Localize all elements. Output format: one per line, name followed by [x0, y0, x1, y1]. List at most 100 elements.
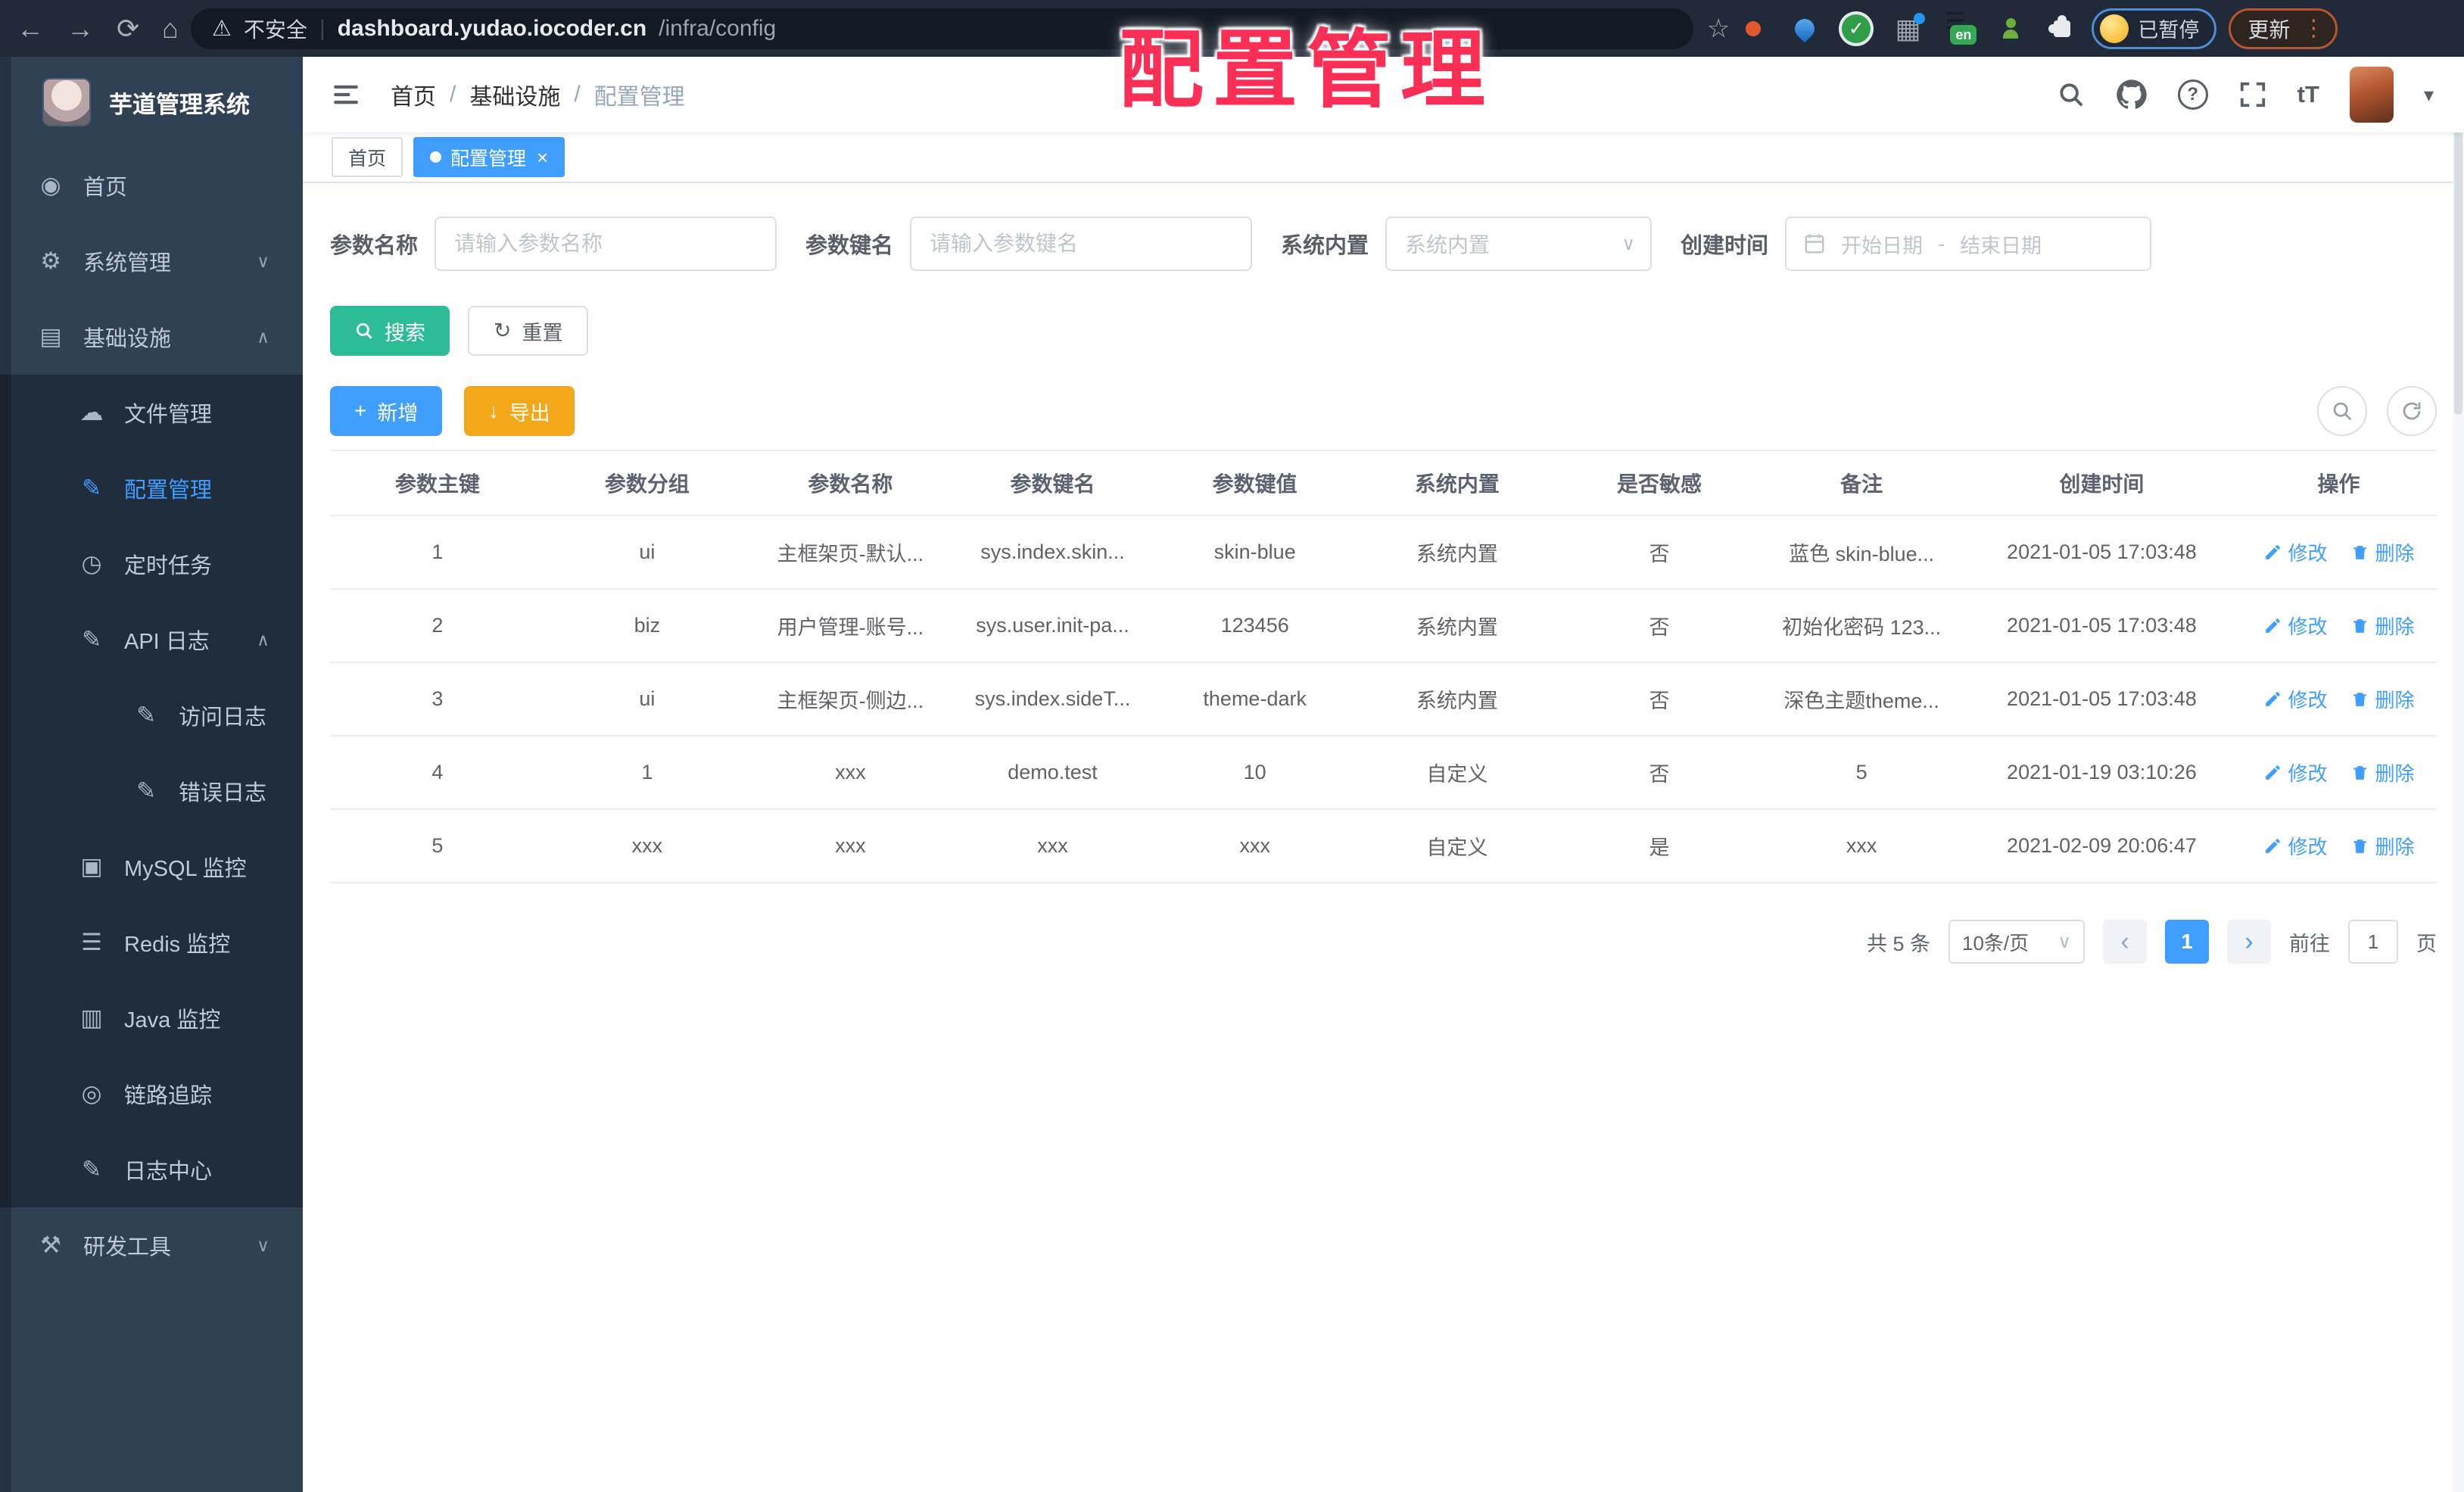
- sidebar-item-api-log[interactable]: ✎ API 日志 ∧: [0, 602, 303, 677]
- breadcrumb-infra[interactable]: 基础设施: [469, 78, 560, 111]
- log-icon: ✎: [136, 777, 156, 804]
- filter-form: 参数名称 参数键名 系统内置 系统内置 ∨: [330, 216, 2437, 271]
- cell-value: 123456: [1154, 589, 1357, 663]
- extension-translate-icon[interactable]: ☰ en: [1943, 9, 1977, 45]
- extension-check-icon[interactable]: ✓: [1840, 13, 1872, 45]
- user-menu-caret-icon[interactable]: ▾: [2424, 83, 2434, 107]
- app-title: 芋道管理系统: [109, 91, 250, 118]
- edit-link[interactable]: 修改: [2263, 612, 2328, 640]
- browser-update-button[interactable]: 更新 ⋮: [2229, 8, 2338, 49]
- breadcrumb-home[interactable]: 首页: [391, 78, 436, 111]
- delete-link[interactable]: 删除: [2350, 612, 2415, 640]
- edit-link[interactable]: 修改: [2263, 685, 2328, 713]
- active-dot: [430, 151, 442, 163]
- cell-sensitive: 否: [1558, 516, 1761, 590]
- paused-badge[interactable]: 已暂停: [2092, 8, 2217, 49]
- sidebar-item-access-log[interactable]: ✎ 访问日志: [0, 677, 303, 753]
- forward-icon[interactable]: →: [67, 14, 94, 42]
- sidebar-item-job[interactable]: ◷ 定时任务: [0, 526, 303, 602]
- tag-home[interactable]: 首页: [332, 137, 403, 177]
- sidebar-item-devtools[interactable]: ⚒ 研发工具 ∨: [0, 1207, 303, 1283]
- sidebar-item-trace[interactable]: ◎ 链路追踪: [0, 1056, 303, 1132]
- system-type-label: 系统内置: [1281, 234, 1369, 258]
- extension-grid-icon[interactable]: ▦: [1892, 12, 1926, 45]
- delete-link[interactable]: 删除: [2350, 832, 2415, 860]
- sidebar-item-file[interactable]: ☁ 文件管理: [0, 375, 303, 450]
- user-avatar[interactable]: [2349, 67, 2394, 123]
- goto-page-input[interactable]: [2348, 920, 2398, 964]
- col-created: 创建时间: [1962, 450, 2241, 516]
- cell-created: 2021-01-19 03:10:26: [1962, 736, 2241, 810]
- cell-value: 10: [1154, 736, 1357, 810]
- col-actions: 操作: [2241, 450, 2437, 516]
- navbar-actions: ? tT ▾: [2057, 67, 2434, 123]
- sidebar-item-label: 文件管理: [124, 403, 213, 427]
- edit-label: 修改: [2288, 688, 2328, 712]
- pencil-icon: [2265, 544, 2280, 559]
- cell-name: xxx: [749, 809, 952, 883]
- sidebar-item-infra[interactable]: ▤ 基础设施 ∧: [0, 299, 303, 375]
- next-page-button[interactable]: ›: [2227, 920, 2271, 964]
- param-name-input[interactable]: [435, 216, 777, 271]
- cell-remark: 蓝色 skin-blue...: [1760, 516, 1963, 590]
- extension-pin-icon[interactable]: [1789, 13, 1821, 45]
- browser-menu-icon[interactable]: ⋮: [2302, 15, 2325, 42]
- sidebar-item-log-center[interactable]: ✎ 日志中心: [0, 1132, 303, 1207]
- page-size-select[interactable]: 10条/页 ∨: [1948, 920, 2085, 964]
- pencil-icon: [2265, 838, 2280, 853]
- page-1-button[interactable]: 1: [2165, 920, 2209, 964]
- export-button[interactable]: ↓ 导出: [463, 386, 575, 436]
- sidebar-item-java[interactable]: ▥ Java 监控: [0, 980, 303, 1056]
- extension-person-icon[interactable]: [1995, 13, 2026, 45]
- reset-button[interactable]: ↻ 重置: [468, 306, 589, 356]
- sidebar-item-system[interactable]: ⚙ 系统管理 ∨: [0, 223, 303, 299]
- sidebar-item-redis[interactable]: ☰ Redis 监控: [0, 905, 303, 980]
- date-range-picker[interactable]: 开始日期 - 结束日期: [1785, 216, 2152, 271]
- search-actions: 搜索 ↻ 重置: [330, 306, 2437, 356]
- help-icon[interactable]: ?: [2177, 79, 2208, 110]
- sidebar-item-mysql[interactable]: ▣ MySQL 监控: [0, 829, 303, 905]
- export-button-label: 导出: [509, 401, 550, 425]
- page-size-value: 10条/页: [1962, 931, 2029, 955]
- edit-icon: ✎: [82, 475, 101, 501]
- toggle-search-button[interactable]: [2317, 386, 2367, 436]
- sidebar: 芋道管理系统 ◉ 首页 ⚙ 系统管理 ∨ ▤ 基础设施 ∧ ☁ 文件管理 ✎ 配…: [0, 57, 303, 1492]
- tools-icon: ⚒: [40, 1232, 61, 1258]
- delete-link[interactable]: 删除: [2350, 758, 2415, 786]
- param-key-input[interactable]: [910, 216, 1253, 271]
- refresh-icon: ↻: [494, 319, 512, 342]
- home-icon[interactable]: ⌂: [162, 14, 179, 42]
- cloud-icon: ☁: [79, 399, 104, 425]
- collapse-menu-icon[interactable]: [330, 79, 362, 111]
- system-type-select[interactable]: 系统内置 ∨: [1385, 216, 1653, 271]
- extensions-puzzle-icon[interactable]: [2046, 13, 2078, 45]
- cell-name: 主框架页-侧边...: [749, 662, 952, 737]
- reload-icon[interactable]: ⟳: [117, 14, 139, 42]
- fullscreen-icon[interactable]: [2238, 80, 2267, 109]
- font-size-icon[interactable]: tT: [2297, 81, 2319, 108]
- add-button[interactable]: + 新增: [330, 386, 443, 436]
- edit-link[interactable]: 修改: [2263, 758, 2328, 786]
- tag-config-active[interactable]: 配置管理 ×: [413, 137, 565, 177]
- back-icon[interactable]: ←: [17, 14, 44, 42]
- prev-page-button[interactable]: ‹: [2103, 920, 2147, 964]
- cell-remark: 5: [1760, 736, 1963, 810]
- extension-donut-icon[interactable]: [1737, 13, 1769, 45]
- bookmark-star-icon[interactable]: ☆: [1707, 14, 1730, 44]
- cell-name: 用户管理-账号...: [749, 589, 952, 663]
- edit-link[interactable]: 修改: [2263, 538, 2328, 566]
- search-icon[interactable]: [2057, 80, 2086, 109]
- close-icon[interactable]: ×: [537, 148, 548, 167]
- delete-link[interactable]: 删除: [2350, 685, 2415, 713]
- github-icon[interactable]: [2116, 79, 2148, 111]
- sidebar-item-home[interactable]: ◉ 首页: [0, 148, 303, 223]
- delete-link[interactable]: 删除: [2350, 538, 2415, 566]
- sidebar-item-error-log[interactable]: ✎ 错误日志: [0, 753, 303, 829]
- table-row: 3 ui 主框架页-侧边... sys.index.sideT... theme…: [330, 662, 2437, 737]
- search-button[interactable]: 搜索: [330, 306, 450, 356]
- address-bar[interactable]: ⚠ 不安全 | dashboard.yudao.iocoder.cn /infr…: [190, 8, 1693, 49]
- refresh-table-button[interactable]: [2387, 386, 2437, 436]
- edit-link[interactable]: 修改: [2263, 832, 2328, 860]
- infra-submenu: ☁ 文件管理 ✎ 配置管理 ◷ 定时任务 ✎ API 日志 ∧ ✎ 访问日志 ✎…: [0, 375, 303, 1207]
- sidebar-item-config[interactable]: ✎ 配置管理: [0, 450, 303, 526]
